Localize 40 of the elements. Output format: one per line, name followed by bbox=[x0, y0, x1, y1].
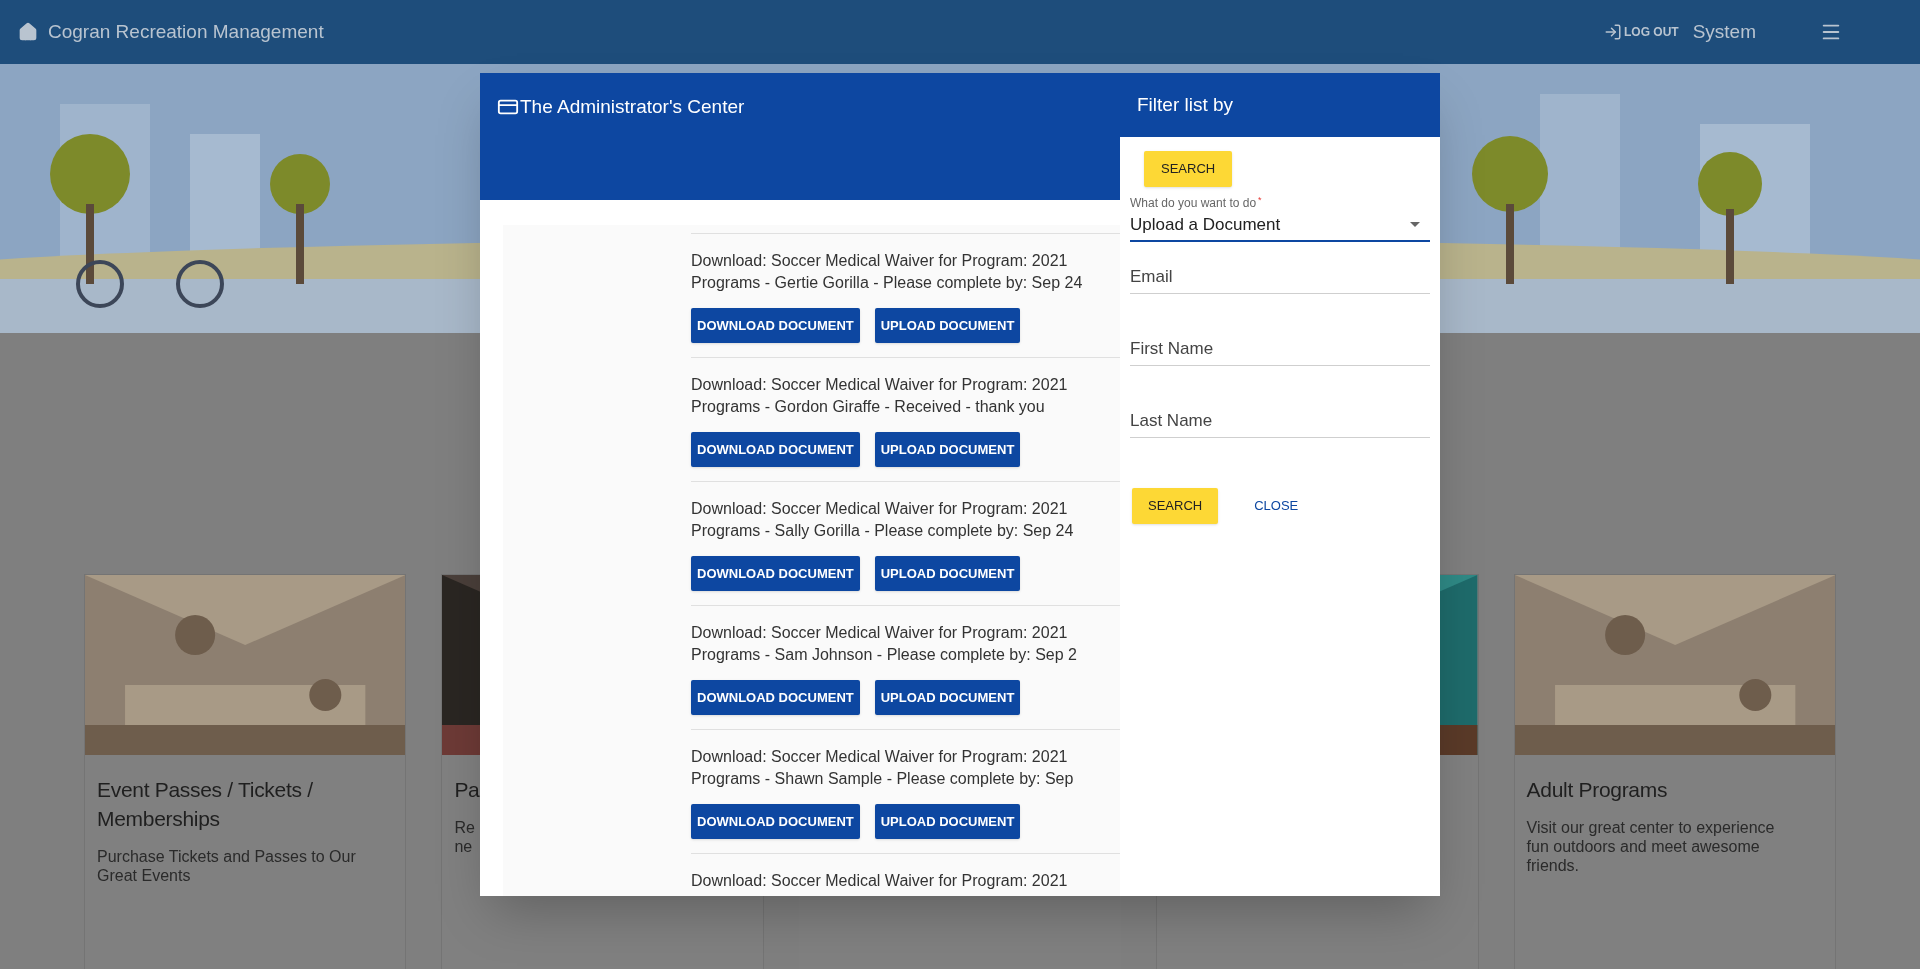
required-mark: * bbox=[1258, 194, 1262, 207]
close-button[interactable]: CLOSE bbox=[1246, 487, 1307, 524]
search-button[interactable]: SEARCH bbox=[1144, 151, 1233, 187]
upload-button[interactable]: UPLOAD DOCUMENT bbox=[874, 680, 1021, 715]
top-bar: Cogran Recreation Management LOG OUT System bbox=[0, 0, 1920, 64]
download-button[interactable]: DOWNLOAD DOCUMENT bbox=[691, 432, 860, 467]
dialog-title: The Administrator's Center bbox=[520, 95, 745, 119]
download-button[interactable]: DOWNLOAD DOCUMENT bbox=[691, 308, 860, 343]
document-description: Download: Soccer Medical Waiver for Program: 2021 Programs - Gertie Gorilla - Please complete by: Sep 24 bbox=[691, 251, 1084, 293]
card-description: Re ne bbox=[454, 818, 475, 856]
card-title: Event Passes / Tickets / Memberships bbox=[97, 777, 314, 832]
input-field[interactable]: First Name bbox=[1130, 333, 1430, 366]
caret-icon bbox=[1410, 222, 1420, 228]
document-description: Download: Soccer Medical Waiver for Program: 2021 Programs - Sam Johnson - Please complete by: Sep 2 bbox=[691, 623, 1078, 665]
app-title[interactable]: Cogran Recreation Management bbox=[48, 17, 324, 47]
card-description: Visit our great center to experience fun outdoors and meet awesome friends. bbox=[1526, 818, 1775, 875]
document-description: Download: Soccer Medical Waiver for Program: 2021 Programs - Gordon Giraffe - Received - thank you bbox=[691, 375, 1069, 417]
download-button[interactable]: DOWNLOAD DOCUMENT bbox=[691, 804, 860, 839]
logout-icon bbox=[1603, 23, 1622, 41]
search-button[interactable]: SEARCH bbox=[1132, 487, 1219, 524]
document-description: Download: Soccer Medical Waiver for Program: 2021 Programs - Shawn Sample - Please complete by: Sep bbox=[691, 747, 1075, 789]
card-title: Pa bbox=[454, 777, 480, 803]
select-label: What do you want to do bbox=[1130, 195, 1257, 212]
document-description: Download: Soccer Medical Waiver for Program: 2021 Programs - Sally Gorilla - Please complete by: Sep 24 bbox=[691, 499, 1075, 541]
document-description: Download: Soccer Medical Waiver for Program: 2021 bbox=[691, 871, 1069, 891]
card-title: Adult Programs bbox=[1526, 777, 1668, 803]
select-value: Upload a Document bbox=[1130, 214, 1281, 236]
input-field[interactable]: Last Name bbox=[1130, 405, 1430, 438]
filter-title: Filter list by bbox=[1137, 92, 1234, 117]
upload-button[interactable]: UPLOAD DOCUMENT bbox=[874, 556, 1021, 591]
input-field[interactable]: Email bbox=[1130, 261, 1430, 294]
download-button[interactable]: DOWNLOAD DOCUMENT bbox=[691, 680, 860, 715]
upload-button[interactable]: UPLOAD DOCUMENT bbox=[874, 432, 1021, 467]
download-button[interactable]: DOWNLOAD DOCUMENT bbox=[691, 556, 860, 591]
user-name: System bbox=[1692, 19, 1756, 44]
action-select[interactable]: What do you want to do * Upload a Document bbox=[1130, 194, 1430, 242]
upload-button[interactable]: UPLOAD DOCUMENT bbox=[874, 804, 1021, 839]
upload-button[interactable]: UPLOAD DOCUMENT bbox=[874, 308, 1021, 343]
card-description: Purchase Tickets and Passes to Our Great Events bbox=[97, 847, 356, 885]
home-icon[interactable] bbox=[18, 22, 38, 42]
